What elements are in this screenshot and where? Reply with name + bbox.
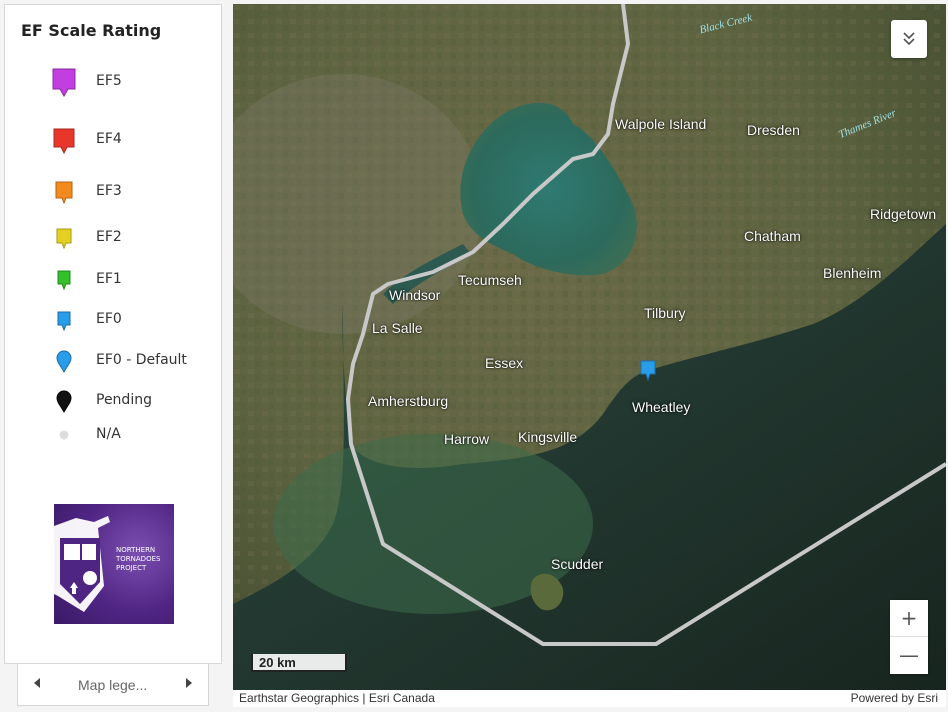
place-label-essex: Essex: [485, 355, 524, 371]
legend-item-na: N/A: [5, 420, 221, 450]
satellite-basemap: [233, 4, 946, 690]
scale-bar: 20 km: [251, 654, 347, 672]
place-label-ridgetown: Ridgetown: [870, 206, 937, 222]
chevron-left-icon[interactable]: [28, 676, 46, 694]
logo-line: TORNADOES: [116, 555, 161, 563]
place-label-harrow: Harrow: [444, 431, 490, 447]
zoom-control: + —: [890, 600, 928, 674]
university-crest-icon: [54, 516, 110, 612]
place-label-scudder: Scudder: [551, 556, 604, 572]
footer-page-label: Map lege...: [78, 677, 148, 693]
legend-item-pending: Pending: [5, 386, 221, 416]
logo-line: PROJECT: [116, 564, 147, 572]
legend-label: EF1: [96, 271, 122, 287]
logo-line: NORTHERN: [116, 546, 156, 554]
place-label-dresden: Dresden: [747, 122, 800, 138]
collapse-button[interactable]: [891, 20, 927, 58]
legend-title: EF Scale Rating: [21, 21, 162, 40]
legend-label: N/A: [96, 426, 121, 442]
legend-footer: Map lege...: [17, 664, 209, 706]
legend-panel: EF Scale Rating EF5 EF4 EF3 EF2 EF1 EF0 …: [4, 4, 222, 664]
legend-label: Pending: [96, 392, 152, 408]
place-label-la-salle: La Salle: [372, 320, 423, 336]
place-label-windsor: Windsor: [389, 287, 441, 303]
legend-item-ef1: EF1: [5, 265, 221, 295]
na-dot-icon: [59, 430, 69, 440]
zoom-out-button[interactable]: —: [890, 637, 928, 674]
pending-marker-icon: [56, 390, 72, 414]
place-label-tecumseh: Tecumseh: [458, 272, 522, 288]
northern-tornadoes-project-logo: NORTHERN TORNADOES PROJECT: [54, 504, 174, 624]
ef1-marker-icon: [57, 270, 71, 291]
ef0-tornado-marker[interactable]: [638, 359, 658, 383]
legend-label: EF2: [96, 229, 122, 245]
legend-item-ef2: EF2: [5, 223, 221, 253]
legend-item-ef4: EF4: [5, 125, 221, 155]
legend-item-ef0: EF0: [5, 305, 221, 335]
legend-label: EF4: [96, 131, 122, 147]
place-label-tilbury: Tilbury: [644, 305, 686, 321]
ef4-marker-icon: [53, 128, 75, 155]
legend-label: EF5: [96, 73, 122, 89]
place-label-amherstburg: Amherstburg: [368, 393, 449, 409]
chevron-right-icon[interactable]: [180, 676, 198, 694]
ef2-marker-icon: [56, 228, 72, 250]
logo-text: NORTHERN TORNADOES PROJECT: [116, 546, 172, 573]
legend-item-ef3: EF3: [5, 177, 221, 207]
legend-item-ef5: EF5: [5, 67, 221, 97]
double-chevron-down-icon: [903, 32, 915, 46]
legend-label: EF3: [96, 183, 122, 199]
place-label-walpole-island: Walpole Island: [615, 116, 707, 132]
ef0-default-marker-icon: [56, 350, 72, 374]
legend-label: EF0: [96, 311, 122, 327]
attribution-sources[interactable]: Earthstar Geographics | Esri Canada: [239, 691, 435, 705]
legend-label: EF0 - Default: [96, 352, 187, 368]
legend-item-ef0-default: EF0 - Default: [5, 346, 221, 376]
powered-by-esri-link[interactable]: Powered by Esri: [851, 691, 938, 705]
place-label-wheatley: Wheatley: [632, 399, 691, 415]
place-label-kingsville: Kingsville: [518, 429, 578, 445]
zoom-in-button[interactable]: +: [890, 600, 928, 637]
place-label-chatham: Chatham: [744, 228, 801, 244]
map-attribution: Earthstar Geographics | Esri Canada Powe…: [233, 690, 946, 707]
ef5-marker-icon: [52, 68, 76, 97]
map-view[interactable]: Black Creek Thames River Walpole Island …: [233, 4, 946, 690]
ef3-marker-icon: [55, 181, 73, 205]
ef0-marker-icon: [57, 311, 71, 332]
place-label-blenheim: Blenheim: [823, 265, 882, 281]
